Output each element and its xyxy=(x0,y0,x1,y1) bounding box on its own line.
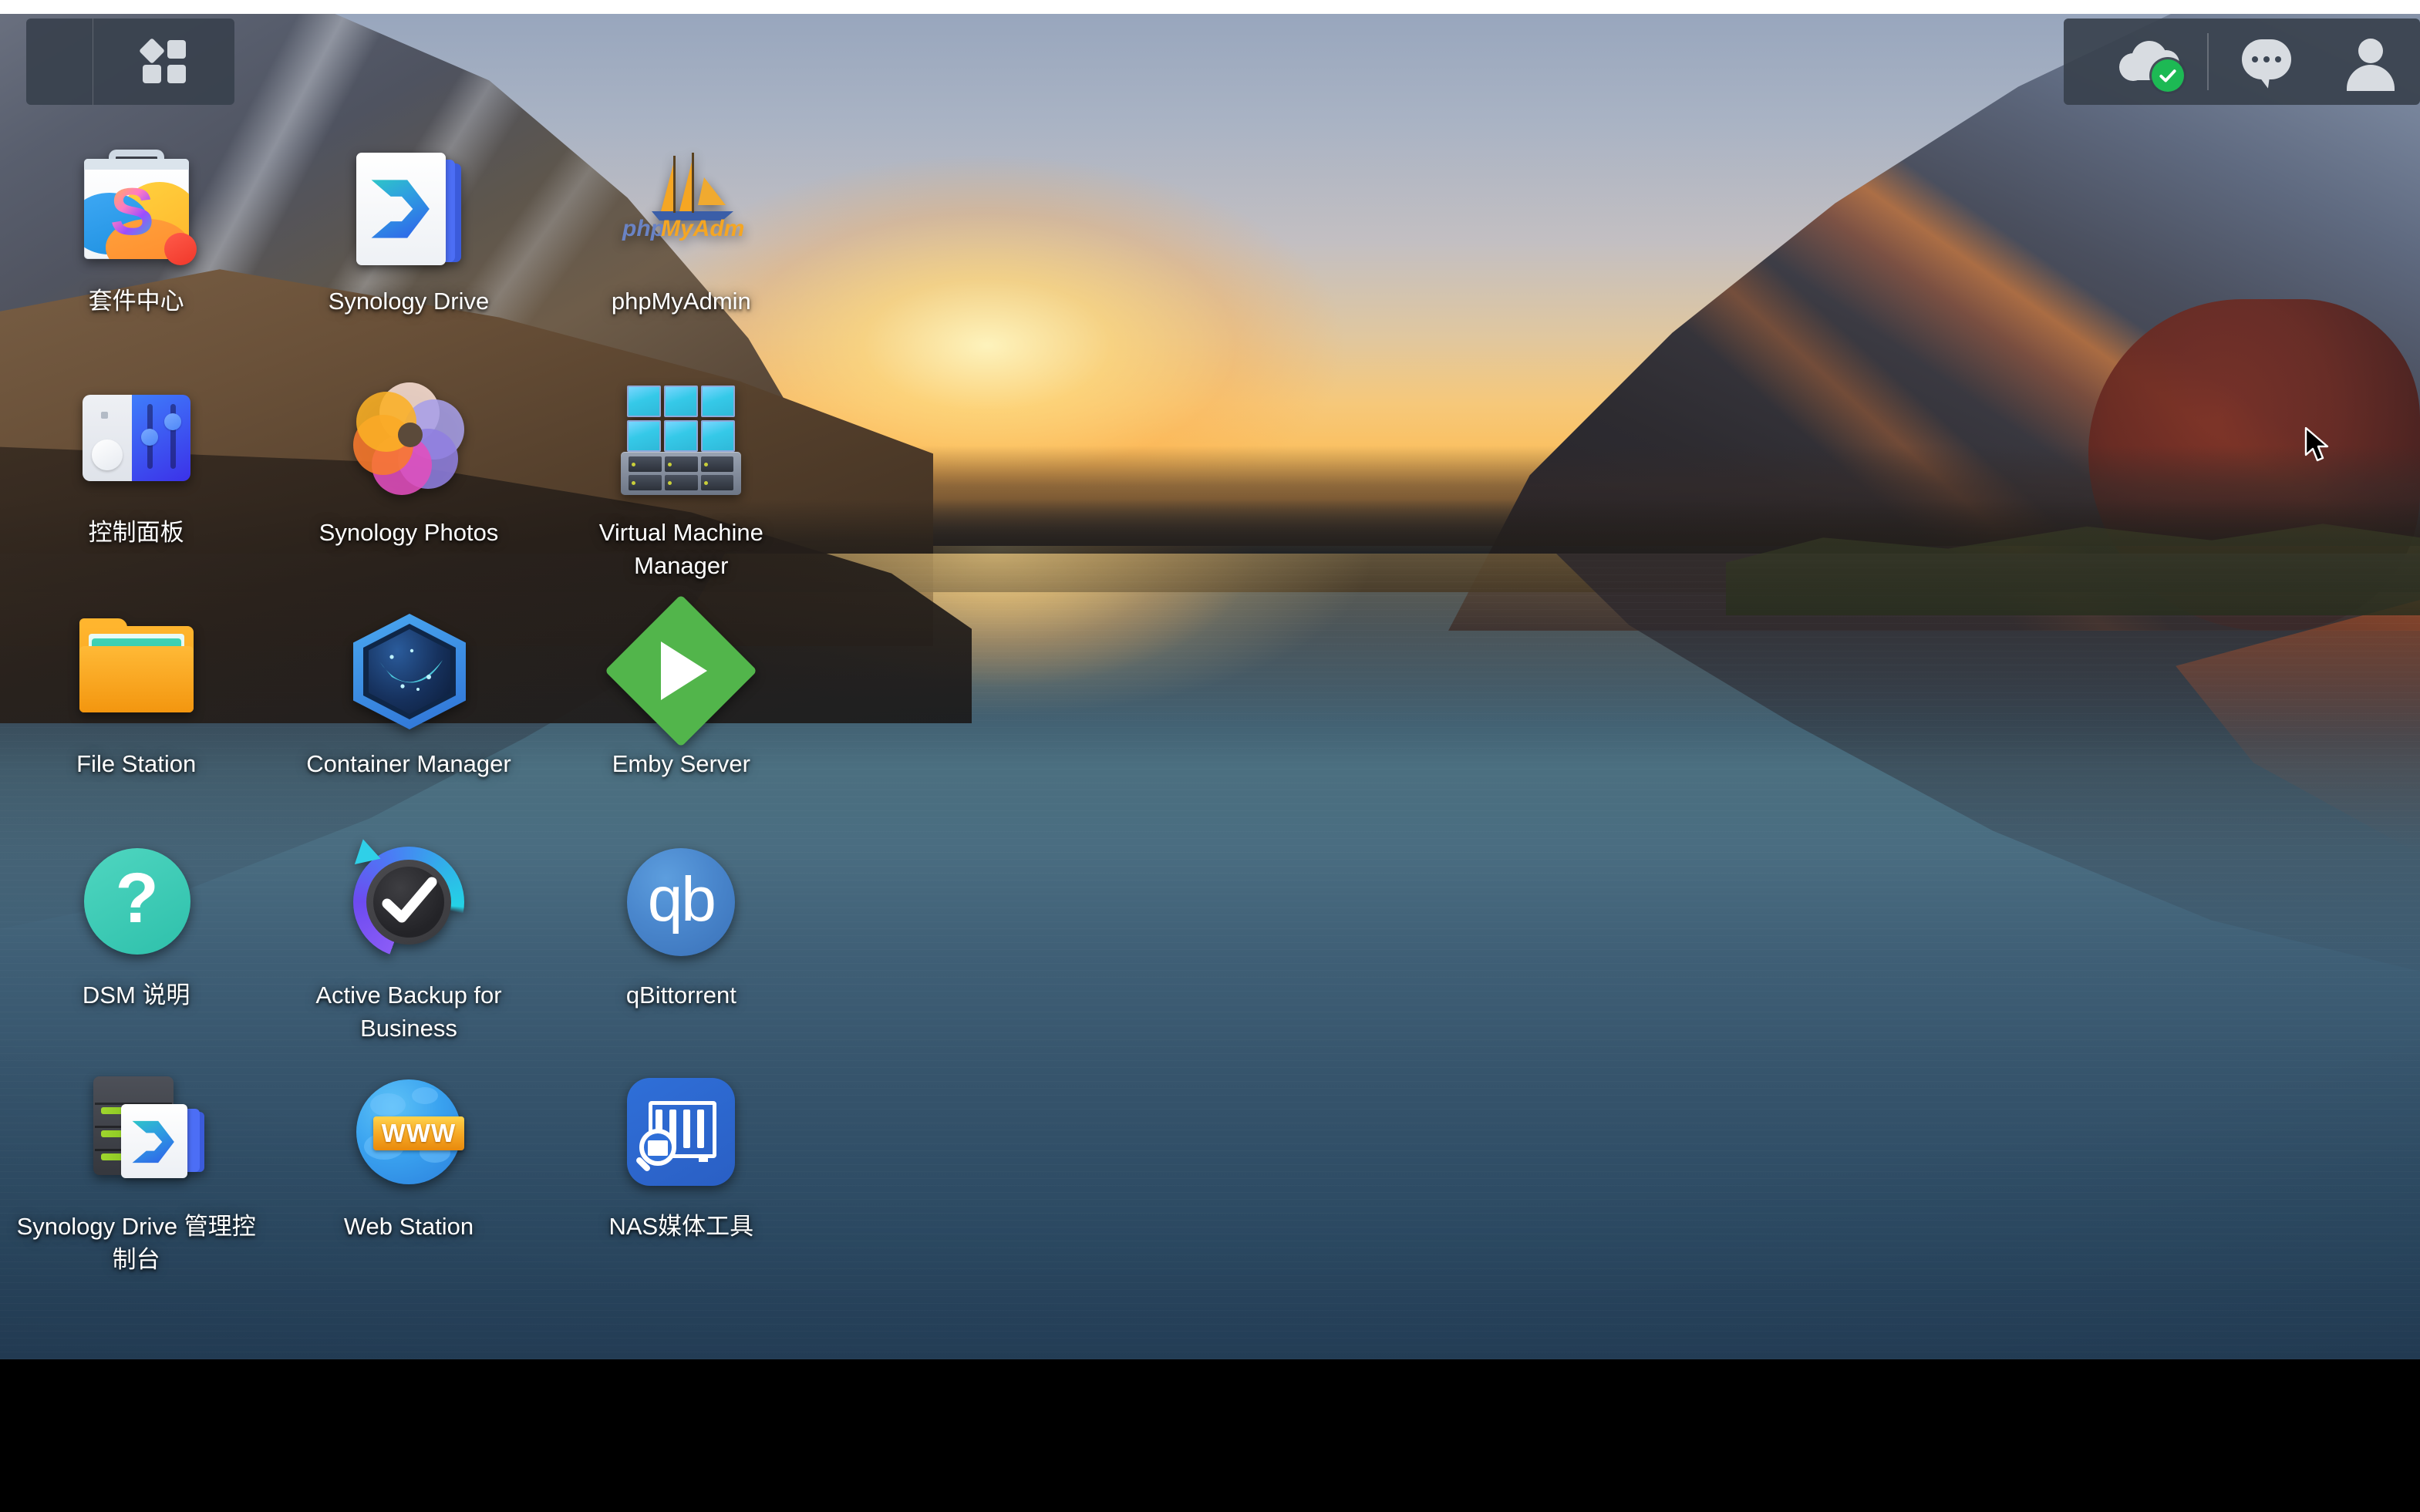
package-center-mark: S xyxy=(110,175,155,249)
desktop-icon-package-center[interactable]: S 套件中心 xyxy=(0,130,272,361)
desktop-icon-web-station[interactable]: WWW Web Station xyxy=(272,1055,544,1286)
user-options-button[interactable] xyxy=(2324,39,2417,91)
synology-drive-icon xyxy=(344,143,474,273)
synology-drive-admin-console-icon xyxy=(72,1069,204,1198)
desktop-icon-label: Web Station xyxy=(343,1213,474,1240)
desktop-icon-label: Synology Drive xyxy=(328,288,490,315)
desktop-icon-label: Synology Photos xyxy=(319,519,499,546)
file-station-icon xyxy=(72,606,201,736)
active-backup-icon xyxy=(344,837,474,967)
cloud-check-icon xyxy=(2119,38,2184,92)
container-manager-icon xyxy=(344,606,474,736)
desktop-icon-label: Virtual Machine Manager xyxy=(598,519,763,579)
dsm-help-icon: ? xyxy=(72,837,201,967)
desktop-icon-virtual-machine-manager[interactable]: Virtual Machine Manager xyxy=(545,361,817,592)
qbittorrent-icon: qb xyxy=(616,837,746,967)
desktop-icon-row: S 套件中心 Synology Drive php MyAdm phpMyAdm… xyxy=(0,130,817,361)
emby-server-icon xyxy=(605,594,758,747)
desktop-icon-label: Active Backup for Business xyxy=(315,982,502,1042)
desktop-icon-phpmyadmin[interactable]: php MyAdmin phpMyAdmin xyxy=(545,130,817,361)
desktop-icon-row: File Station Container Manager Emby Serv… xyxy=(0,592,817,823)
desktop-icon-container-manager[interactable]: Container Manager xyxy=(272,592,544,823)
grid-menu-icon xyxy=(138,38,186,83)
desktop-icon-label: NAS媒体工具 xyxy=(608,1213,754,1240)
svg-text:MyAdmin: MyAdmin xyxy=(661,216,744,241)
main-menu-button[interactable] xyxy=(93,38,234,83)
web-station-banner-text: WWW xyxy=(381,1119,457,1147)
desktop-icon-synology-photos[interactable]: Synology Photos xyxy=(272,361,544,592)
taskbar-left-panel xyxy=(26,19,234,105)
web-station-icon: WWW xyxy=(344,1069,474,1198)
screen-root: S 套件中心 Synology Drive php MyAdm phpMyAdm… xyxy=(0,0,2420,1512)
phpmyadmin-icon: php MyAdmin xyxy=(616,143,746,273)
bottom-letterbox-bar xyxy=(0,1359,2420,1512)
desktop-icon-control-panel[interactable]: 控制面板 xyxy=(0,361,272,592)
desktop-icon-row: 控制面板 Synology Photos Virtual Machine Man… xyxy=(0,361,817,592)
desktop-icon-qbittorrent[interactable]: qb qBittorrent xyxy=(545,823,817,1055)
dsm-desktop[interactable]: S 套件中心 Synology Drive php MyAdm phpMyAdm… xyxy=(0,14,2420,1359)
desktop-icon-file-station[interactable]: File Station xyxy=(0,592,272,823)
desktop-icon-label: qBittorrent xyxy=(625,982,736,1009)
taskbar-right-panel xyxy=(2064,19,2420,105)
desktop-icon-grid: S 套件中心 Synology Drive php MyAdm phpMyAdm… xyxy=(0,130,817,1286)
desktop-icon-label: Emby Server xyxy=(612,750,750,777)
desktop-icon-dsm-help[interactable]: ? DSM 说明 xyxy=(0,823,272,1055)
synology-photos-icon xyxy=(344,375,474,504)
notifications-button[interactable] xyxy=(2209,39,2324,89)
desktop-icon-row: Synology Drive 管理控制台 WWW Web Station NAS… xyxy=(0,1055,817,1286)
control-panel-icon xyxy=(72,375,201,504)
quickconnect-status-button[interactable] xyxy=(2091,38,2207,92)
desktop-icon-label: 套件中心 xyxy=(88,288,184,315)
qbittorrent-mark: qb xyxy=(647,864,716,934)
desktop-icon-label: Container Manager xyxy=(306,750,511,777)
desktop-icon-nas-media-tool[interactable]: NAS媒体工具 xyxy=(545,1055,817,1286)
desktop-icon-active-backup[interactable]: Active Backup for Business xyxy=(272,823,544,1055)
notification-bubble-icon xyxy=(2242,39,2291,89)
package-center-icon: S xyxy=(72,143,201,273)
desktop-icon-label: Synology Drive 管理控制台 xyxy=(16,1213,256,1273)
virtual-machine-manager-icon xyxy=(616,375,746,504)
desktop-icon-label: File Station xyxy=(76,750,197,777)
green-check-badge xyxy=(2152,59,2184,92)
nas-media-tool-icon xyxy=(616,1069,746,1198)
desktop-icon-label: 控制面板 xyxy=(88,519,184,546)
desktop-icon-synology-drive[interactable]: Synology Drive xyxy=(272,130,544,361)
package-center-update-badge xyxy=(163,233,197,265)
desktop-icon-emby-server[interactable]: Emby Server xyxy=(545,592,817,823)
svg-text:php: php xyxy=(622,216,665,241)
desktop-icon-synology-drive-admin-console[interactable]: Synology Drive 管理控制台 xyxy=(0,1055,272,1286)
desktop-icon-label: phpMyAdmin xyxy=(611,288,751,315)
user-avatar-icon xyxy=(2347,39,2395,91)
top-letterbox-bar xyxy=(0,0,2420,14)
desktop-icon-row: ? DSM 说明 Active Backup for Business qb q… xyxy=(0,823,817,1055)
desktop-icon-label: DSM 说明 xyxy=(82,982,190,1009)
help-question-mark: ? xyxy=(115,859,159,938)
